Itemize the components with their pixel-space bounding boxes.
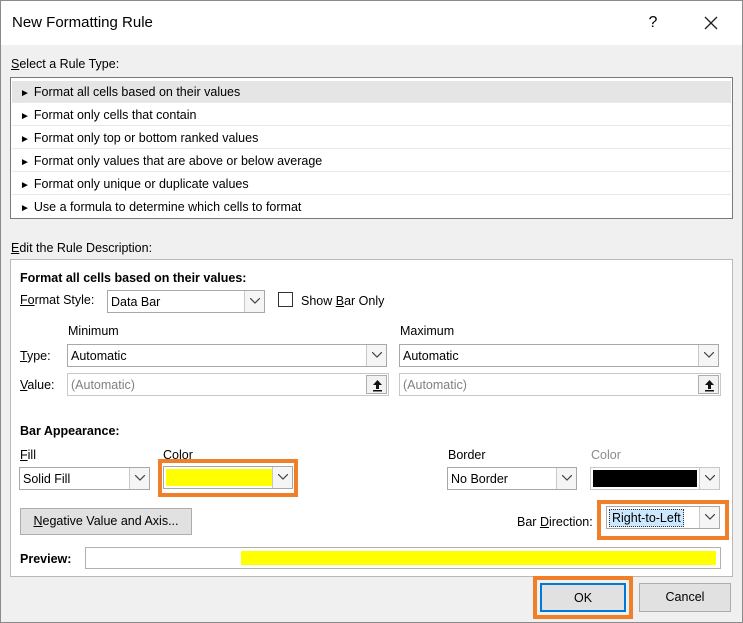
- rule-item-above-below-average[interactable]: ► Format only values that are above or be…: [12, 150, 731, 172]
- border-color-label: Color: [591, 448, 621, 462]
- chevron-down-icon: [272, 467, 292, 488]
- preview-label: Preview:: [20, 552, 72, 566]
- format-style-label: Format Style:: [20, 293, 95, 307]
- rule-type-label: Select a Rule Type:: [11, 57, 120, 71]
- close-button[interactable]: [697, 9, 725, 37]
- range-picker-button[interactable]: [366, 375, 387, 394]
- rule-item-all-cells[interactable]: ► Format all cells based on their values: [12, 81, 731, 103]
- fill-color-picker[interactable]: [163, 466, 293, 489]
- type-label: Type:: [20, 349, 51, 363]
- preview-data-bar: [240, 551, 716, 565]
- rule-item-use-formula[interactable]: ► Use a formula to determine which cells …: [12, 196, 731, 218]
- arrow-right-icon: ►: [20, 88, 30, 99]
- show-bar-only-checkbox[interactable]: [278, 292, 293, 307]
- maximum-value-field[interactable]: (Automatic): [399, 373, 721, 396]
- chevron-down-icon: [556, 468, 576, 489]
- rule-type-list[interactable]: ► Format all cells based on their values …: [10, 77, 733, 219]
- negative-value-axis-button[interactable]: Negative Value and Axis...: [20, 508, 192, 535]
- chevron-down-icon: [698, 345, 718, 366]
- bar-appearance-heading: Bar Appearance:: [20, 424, 120, 438]
- minimum-value-field[interactable]: (Automatic): [67, 373, 389, 396]
- upload-arrow-icon: [705, 380, 714, 392]
- chevron-down-icon: [129, 468, 149, 489]
- help-button[interactable]: ?: [641, 11, 665, 35]
- maximum-type-dropdown[interactable]: Automatic: [399, 344, 719, 367]
- bar-direction-label: Bar Direction:: [517, 515, 593, 529]
- border-color-picker[interactable]: [590, 467, 720, 490]
- rule-item-unique-duplicate[interactable]: ► Format only unique or duplicate values: [12, 173, 731, 195]
- cancel-button[interactable]: Cancel: [639, 583, 731, 612]
- maximum-label: Maximum: [400, 324, 455, 338]
- title-bar: New Formatting Rule ?: [1, 1, 742, 45]
- arrow-right-icon: ►: [20, 180, 30, 191]
- chevron-down-icon: [366, 345, 386, 366]
- arrow-right-icon: ►: [20, 111, 30, 122]
- chevron-down-icon: [699, 468, 719, 489]
- ok-button[interactable]: OK: [540, 583, 626, 612]
- arrow-right-icon: ►: [20, 134, 30, 145]
- bar-direction-dropdown[interactable]: Right-to-Left: [606, 506, 720, 529]
- minimum-label: Minimum: [68, 324, 119, 338]
- fill-color-swatch: [166, 469, 272, 486]
- new-formatting-rule-dialog: New Formatting Rule ? Select a Rule Type…: [0, 0, 743, 623]
- border-color-swatch: [593, 470, 697, 487]
- format-style-dropdown[interactable]: Data Bar: [107, 290, 265, 313]
- arrow-right-icon: ►: [20, 157, 30, 168]
- preview-box: [85, 547, 721, 569]
- description-heading: Format all cells based on their values:: [20, 271, 247, 285]
- range-picker-button[interactable]: [698, 375, 719, 394]
- rule-description-label: Edit the Rule Description:: [11, 241, 153, 255]
- rule-item-cells-that-contain[interactable]: ► Format only cells that contain: [12, 104, 731, 126]
- chevron-down-icon: [244, 291, 264, 312]
- rule-item-top-bottom[interactable]: ► Format only top or bottom ranked values: [12, 127, 731, 149]
- arrow-right-icon: ►: [20, 203, 30, 214]
- chevron-down-icon: [699, 507, 719, 528]
- value-label: Value:: [20, 378, 55, 392]
- minimum-type-dropdown[interactable]: Automatic: [67, 344, 387, 367]
- fill-type-dropdown[interactable]: Solid Fill: [19, 467, 150, 490]
- fill-label: Fill: [20, 448, 36, 462]
- border-type-dropdown[interactable]: No Border: [447, 467, 577, 490]
- show-bar-only-label: Show Bar Only: [301, 294, 385, 308]
- dialog-title: New Formatting Rule: [12, 14, 153, 31]
- upload-arrow-icon: [373, 380, 382, 392]
- border-label: Border: [448, 448, 486, 462]
- close-icon: [704, 16, 718, 30]
